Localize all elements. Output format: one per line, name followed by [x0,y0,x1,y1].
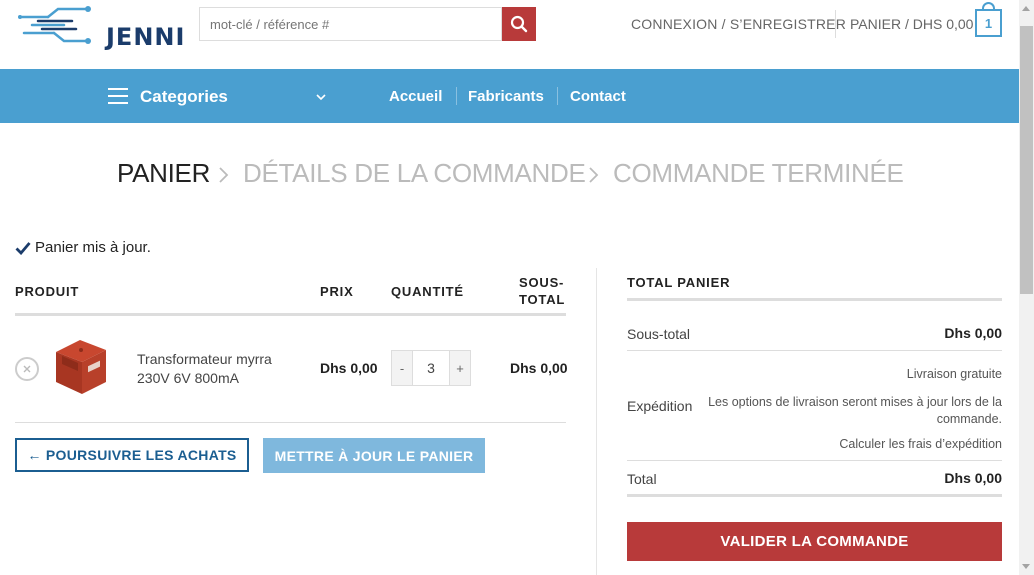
login-register-link[interactable]: CONNEXION / S’ENREGISTRER [631,16,846,32]
search-button[interactable] [502,7,536,41]
quantity-input[interactable] [412,351,450,385]
logo[interactable]: JENNI [18,3,184,51]
quantity-stepper: - + [391,350,471,386]
subtotal-value: Dhs 0,00 [944,325,1002,341]
item-subtotal: Dhs 0,00 [510,360,568,376]
column-divider [596,268,597,575]
shipping-note-line2: commande. [936,412,1002,426]
logo-text: JENNI [106,23,186,51]
quantity-increase-button[interactable]: + [450,351,470,385]
update-cart-button[interactable]: METTRE À JOUR LE PANIER [263,438,485,473]
remove-item-button[interactable] [15,357,39,381]
header-price: PRIX [320,284,354,299]
total-value: Dhs 0,00 [944,470,1002,486]
step-order-details[interactable]: DÉTAILS DE LA COMMANDE [243,158,586,189]
search-icon [510,15,528,33]
shipping-note-line1: Les options de livraison seront mises à … [708,395,1002,409]
totals-row-rule [627,350,1002,351]
quantity-decrease-button[interactable]: - [392,351,412,385]
site-header: JENNI CONNEXION / S’ENREGISTRER PANIER /… [0,0,1019,69]
table-header-rule [15,313,566,316]
scroll-up-arrow-icon[interactable] [1022,6,1030,11]
header-subtotal-line2: TOTAL [519,292,566,307]
search-input[interactable] [199,7,502,41]
nav-link-contact[interactable]: Contact [570,88,626,105]
totals-row-rule [627,460,1002,461]
scroll-down-arrow-icon[interactable] [1022,564,1030,569]
header-divider [835,10,836,38]
shipping-free-text: Livraison gratuite [906,367,1002,381]
categories-menu[interactable]: Categories [140,87,228,107]
main-nav: Categories Accueil Fabricants Contact [0,69,1019,123]
menu-icon[interactable] [108,88,128,104]
shipping-label: Expédition [627,398,693,414]
step-order-complete[interactable]: COMMANDE TERMINÉE [613,158,904,189]
nav-separator [557,87,558,105]
chevron-right-icon [219,167,229,183]
total-label: Total [627,471,657,487]
subtotal-label: Sous-total [627,326,691,342]
totals-header-rule [627,298,1002,301]
totals-footer-rule [627,494,1002,497]
header-product: PRODUIT [15,284,80,299]
page-scrollbar[interactable] [1019,0,1034,575]
checkmark-icon [15,241,31,255]
checkout-steps: PANIER DÉTAILS DE LA COMMANDE COMMANDE T… [0,158,1019,192]
product-name[interactable]: Transformateur myrra 230V 6V 800mA [137,350,297,388]
chevron-down-icon[interactable] [316,92,326,102]
product-name-line2[interactable]: 230V 6V 800mA [137,370,239,386]
nav-separator [456,87,457,105]
checkout-button[interactable]: VALIDER LA COMMANDE [627,522,1002,561]
nav-link-fabricants[interactable]: Fabricants [468,88,544,105]
nav-link-accueil[interactable]: Accueil [389,88,442,105]
calculate-shipping-link[interactable]: Calculer les frais d’expédition [839,436,1002,453]
cart-updated-notice: Panier mis à jour. [15,239,151,256]
scrollbar-thumb[interactable] [1020,26,1033,294]
continue-shopping-button[interactable]: ← POURSUIVRE LES ACHATS [15,438,249,472]
cart-count-badge[interactable]: 1 [975,9,1002,37]
header-quantity: QUANTITÉ [391,284,464,299]
item-price: Dhs 0,00 [320,360,378,376]
product-name-line1[interactable]: Transformateur myrra [137,351,272,367]
logo-circuit-icon [18,6,91,44]
table-row-rule [15,422,566,423]
chevron-right-icon [589,167,599,183]
header-subtotal-line1: SOUS- [519,275,565,290]
step-cart[interactable]: PANIER [117,158,210,189]
close-icon [23,365,31,373]
cart-link[interactable]: PANIER / DHS 0,00 [850,16,973,32]
product-thumbnail[interactable] [50,336,110,398]
notice-text: Panier mis à jour. [35,239,151,256]
cart-totals-title: TOTAL PANIER [627,275,731,290]
